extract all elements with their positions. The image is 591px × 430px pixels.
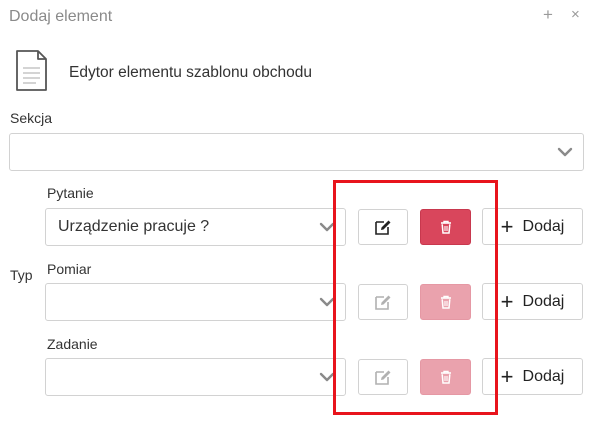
pomiar-add-label: Dodaj	[522, 292, 565, 310]
plus-icon: +	[500, 213, 514, 239]
pomiar-edit-button[interactable]	[358, 284, 408, 320]
subtitle: Edytor elementu szablonu obchodu	[69, 64, 312, 81]
pytanie-label: Pytanie	[47, 185, 94, 201]
chevron-down-icon	[319, 372, 335, 382]
chevron-down-icon	[319, 297, 335, 307]
sekcja-label: Sekcja	[10, 110, 53, 126]
chevron-down-icon	[557, 147, 573, 157]
zadanie-select[interactable]	[45, 358, 346, 396]
trash-icon	[440, 295, 451, 309]
title-bar: Dodaj element + ×	[0, 0, 591, 34]
pytanie-delete-button[interactable]	[420, 209, 471, 245]
zadanie-label: Zadanie	[47, 336, 98, 352]
plus-icon: +	[500, 363, 514, 389]
edit-icon	[375, 220, 391, 235]
chevron-down-icon	[319, 222, 335, 232]
add-window-button[interactable]: +	[543, 6, 553, 24]
pytanie-select-value: Urządzenie pracuje ?	[58, 218, 210, 235]
zadanie-add-label: Dodaj	[522, 367, 565, 385]
zadanie-edit-button[interactable]	[358, 359, 408, 395]
pomiar-add-button[interactable]: + Dodaj	[482, 283, 583, 320]
pytanie-select[interactable]: Urządzenie pracuje ?	[45, 208, 346, 246]
edit-icon	[375, 295, 391, 310]
add-element-dialog: Dodaj element + × Edytor elementu szablo…	[0, 0, 591, 430]
pytanie-edit-button[interactable]	[358, 209, 408, 245]
trash-icon	[440, 220, 451, 234]
sekcja-select[interactable]	[9, 133, 584, 171]
zadanie-delete-button[interactable]	[420, 359, 471, 395]
trash-icon	[440, 370, 451, 384]
dialog-title: Dodaj element	[9, 8, 113, 25]
pytanie-add-label: Dodaj	[522, 217, 565, 235]
close-button[interactable]: ×	[571, 6, 580, 24]
zadanie-add-button[interactable]: + Dodaj	[482, 358, 583, 395]
pomiar-label: Pomiar	[47, 261, 92, 277]
pomiar-delete-button[interactable]	[420, 284, 471, 320]
typ-label: Typ	[10, 267, 33, 283]
edit-icon	[375, 370, 391, 385]
document-icon	[16, 50, 47, 91]
pomiar-select[interactable]	[45, 283, 346, 321]
plus-icon: +	[500, 288, 514, 314]
pytanie-add-button[interactable]: + Dodaj	[482, 208, 583, 245]
